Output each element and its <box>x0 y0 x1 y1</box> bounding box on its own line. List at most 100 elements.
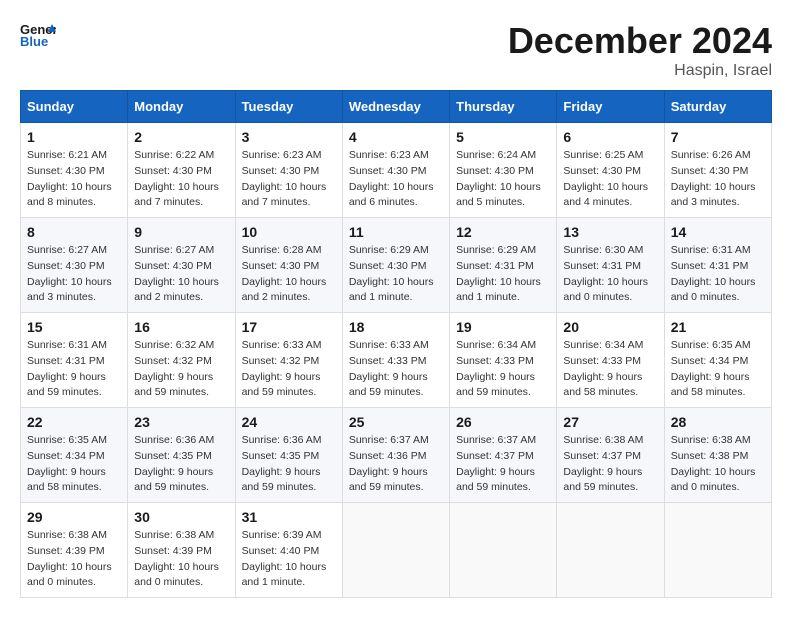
daylight-label: Daylight: 10 hours and 2 minutes. <box>242 276 327 304</box>
location: Haspin, Israel <box>508 62 772 80</box>
sunset-label: Sunset: 4:35 PM <box>242 450 320 462</box>
day-info: Sunrise: 6:23 AM Sunset: 4:30 PM Dayligh… <box>242 148 336 211</box>
sunset-label: Sunset: 4:34 PM <box>671 355 749 367</box>
header-thursday: Thursday <box>450 91 557 123</box>
calendar-cell: 23 Sunrise: 6:36 AM Sunset: 4:35 PM Dayl… <box>128 408 235 503</box>
calendar-cell: 30 Sunrise: 6:38 AM Sunset: 4:39 PM Dayl… <box>128 503 235 598</box>
day-number: 3 <box>242 129 336 145</box>
daylight-label: Daylight: 9 hours and 59 minutes. <box>563 466 642 494</box>
calendar-row: 8 Sunrise: 6:27 AM Sunset: 4:30 PM Dayli… <box>21 218 772 313</box>
calendar-cell: 19 Sunrise: 6:34 AM Sunset: 4:33 PM Dayl… <box>450 313 557 408</box>
sunset-label: Sunset: 4:32 PM <box>242 355 320 367</box>
daylight-label: Daylight: 9 hours and 59 minutes. <box>242 371 321 399</box>
day-number: 19 <box>456 319 550 335</box>
calendar-cell: 6 Sunrise: 6:25 AM Sunset: 4:30 PM Dayli… <box>557 123 664 218</box>
sunrise-label: Sunrise: 6:33 AM <box>349 339 429 351</box>
sunrise-label: Sunrise: 6:38 AM <box>671 434 751 446</box>
day-info: Sunrise: 6:31 AM Sunset: 4:31 PM Dayligh… <box>671 243 765 306</box>
day-info: Sunrise: 6:25 AM Sunset: 4:30 PM Dayligh… <box>563 148 657 211</box>
calendar-cell: 22 Sunrise: 6:35 AM Sunset: 4:34 PM Dayl… <box>21 408 128 503</box>
daylight-label: Daylight: 10 hours and 0 minutes. <box>563 276 648 304</box>
day-number: 24 <box>242 414 336 430</box>
calendar-cell: 10 Sunrise: 6:28 AM Sunset: 4:30 PM Dayl… <box>235 218 342 313</box>
day-number: 17 <box>242 319 336 335</box>
sunrise-label: Sunrise: 6:35 AM <box>671 339 751 351</box>
sunset-label: Sunset: 4:30 PM <box>456 165 534 177</box>
sunset-label: Sunset: 4:30 PM <box>134 260 212 272</box>
sunset-label: Sunset: 4:30 PM <box>27 165 105 177</box>
day-number: 31 <box>242 509 336 525</box>
daylight-label: Daylight: 9 hours and 59 minutes. <box>134 466 213 494</box>
sunset-label: Sunset: 4:40 PM <box>242 545 320 557</box>
calendar-cell <box>342 503 449 598</box>
header-friday: Friday <box>557 91 664 123</box>
day-number: 12 <box>456 224 550 240</box>
daylight-label: Daylight: 10 hours and 8 minutes. <box>27 181 112 209</box>
logo: General Blue <box>20 20 56 48</box>
day-number: 11 <box>349 224 443 240</box>
header-saturday: Saturday <box>664 91 771 123</box>
sunset-label: Sunset: 4:39 PM <box>134 545 212 557</box>
daylight-label: Daylight: 9 hours and 59 minutes. <box>349 466 428 494</box>
calendar-cell: 27 Sunrise: 6:38 AM Sunset: 4:37 PM Dayl… <box>557 408 664 503</box>
day-number: 18 <box>349 319 443 335</box>
sunset-label: Sunset: 4:37 PM <box>563 450 641 462</box>
sunset-label: Sunset: 4:33 PM <box>563 355 641 367</box>
daylight-label: Daylight: 9 hours and 59 minutes. <box>456 371 535 399</box>
calendar-row: 15 Sunrise: 6:31 AM Sunset: 4:31 PM Dayl… <box>21 313 772 408</box>
sunset-label: Sunset: 4:39 PM <box>27 545 105 557</box>
header-wednesday: Wednesday <box>342 91 449 123</box>
day-number: 28 <box>671 414 765 430</box>
calendar-cell: 25 Sunrise: 6:37 AM Sunset: 4:36 PM Dayl… <box>342 408 449 503</box>
daylight-label: Daylight: 9 hours and 59 minutes. <box>456 466 535 494</box>
day-info: Sunrise: 6:33 AM Sunset: 4:33 PM Dayligh… <box>349 338 443 401</box>
day-number: 2 <box>134 129 228 145</box>
day-info: Sunrise: 6:23 AM Sunset: 4:30 PM Dayligh… <box>349 148 443 211</box>
daylight-label: Daylight: 10 hours and 3 minutes. <box>671 181 756 209</box>
daylight-label: Daylight: 9 hours and 59 minutes. <box>242 466 321 494</box>
sunrise-label: Sunrise: 6:24 AM <box>456 149 536 161</box>
day-info: Sunrise: 6:36 AM Sunset: 4:35 PM Dayligh… <box>242 433 336 496</box>
sunrise-label: Sunrise: 6:33 AM <box>242 339 322 351</box>
calendar-cell: 16 Sunrise: 6:32 AM Sunset: 4:32 PM Dayl… <box>128 313 235 408</box>
calendar-cell <box>557 503 664 598</box>
daylight-label: Daylight: 10 hours and 1 minute. <box>242 561 327 589</box>
day-info: Sunrise: 6:27 AM Sunset: 4:30 PM Dayligh… <box>27 243 121 306</box>
calendar-cell: 17 Sunrise: 6:33 AM Sunset: 4:32 PM Dayl… <box>235 313 342 408</box>
day-info: Sunrise: 6:24 AM Sunset: 4:30 PM Dayligh… <box>456 148 550 211</box>
calendar-cell: 5 Sunrise: 6:24 AM Sunset: 4:30 PM Dayli… <box>450 123 557 218</box>
sunrise-label: Sunrise: 6:32 AM <box>134 339 214 351</box>
sunset-label: Sunset: 4:31 PM <box>27 355 105 367</box>
day-number: 9 <box>134 224 228 240</box>
sunrise-label: Sunrise: 6:35 AM <box>27 434 107 446</box>
sunset-label: Sunset: 4:30 PM <box>349 260 427 272</box>
day-number: 21 <box>671 319 765 335</box>
day-info: Sunrise: 6:34 AM Sunset: 4:33 PM Dayligh… <box>456 338 550 401</box>
day-number: 4 <box>349 129 443 145</box>
sunrise-label: Sunrise: 6:25 AM <box>563 149 643 161</box>
calendar-cell: 21 Sunrise: 6:35 AM Sunset: 4:34 PM Dayl… <box>664 313 771 408</box>
day-number: 8 <box>27 224 121 240</box>
calendar-cell: 12 Sunrise: 6:29 AM Sunset: 4:31 PM Dayl… <box>450 218 557 313</box>
month-title: December 2024 <box>508 20 772 62</box>
day-info: Sunrise: 6:35 AM Sunset: 4:34 PM Dayligh… <box>671 338 765 401</box>
day-number: 5 <box>456 129 550 145</box>
calendar-cell: 2 Sunrise: 6:22 AM Sunset: 4:30 PM Dayli… <box>128 123 235 218</box>
daylight-label: Daylight: 10 hours and 5 minutes. <box>456 181 541 209</box>
day-info: Sunrise: 6:27 AM Sunset: 4:30 PM Dayligh… <box>134 243 228 306</box>
sunrise-label: Sunrise: 6:36 AM <box>242 434 322 446</box>
day-info: Sunrise: 6:34 AM Sunset: 4:33 PM Dayligh… <box>563 338 657 401</box>
calendar-cell: 13 Sunrise: 6:30 AM Sunset: 4:31 PM Dayl… <box>557 218 664 313</box>
calendar-cell: 29 Sunrise: 6:38 AM Sunset: 4:39 PM Dayl… <box>21 503 128 598</box>
sunset-label: Sunset: 4:32 PM <box>134 355 212 367</box>
day-info: Sunrise: 6:33 AM Sunset: 4:32 PM Dayligh… <box>242 338 336 401</box>
calendar-cell: 24 Sunrise: 6:36 AM Sunset: 4:35 PM Dayl… <box>235 408 342 503</box>
daylight-label: Daylight: 9 hours and 58 minutes. <box>27 466 106 494</box>
daylight-label: Daylight: 10 hours and 2 minutes. <box>134 276 219 304</box>
daylight-label: Daylight: 10 hours and 3 minutes. <box>27 276 112 304</box>
day-number: 26 <box>456 414 550 430</box>
sunrise-label: Sunrise: 6:36 AM <box>134 434 214 446</box>
sunrise-label: Sunrise: 6:31 AM <box>671 244 751 256</box>
sunset-label: Sunset: 4:33 PM <box>456 355 534 367</box>
page-header: General Blue December 2024 Haspin, Israe… <box>20 20 772 80</box>
